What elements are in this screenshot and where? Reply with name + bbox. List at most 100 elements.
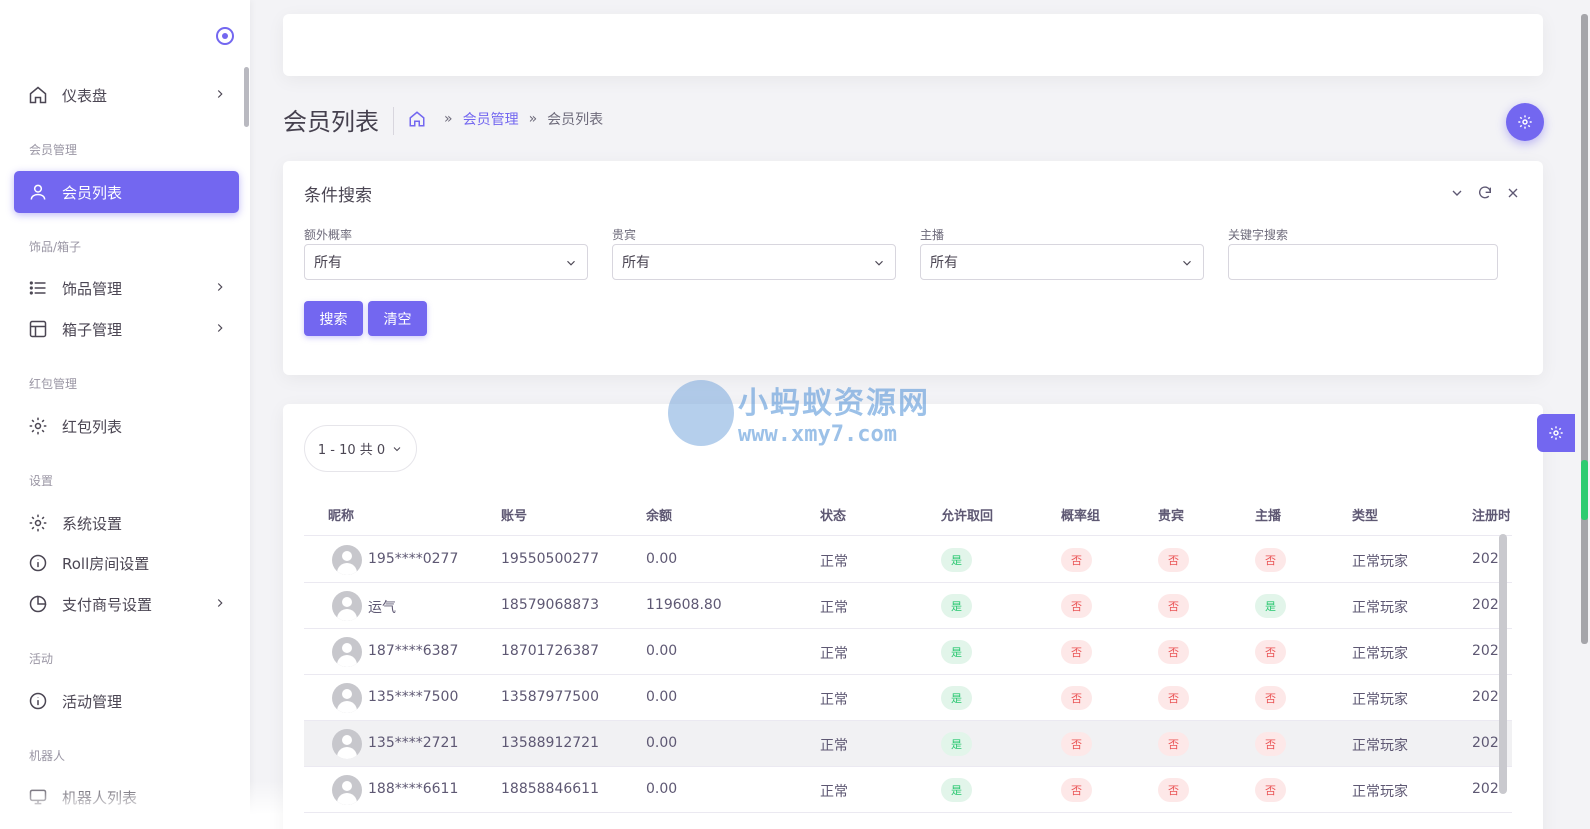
clear-button[interactable]: 清空 [368,301,427,336]
sidebar-item-activity-mgmt[interactable]: 活动管理 [14,680,239,722]
anchor-badge[interactable]: 否 [1255,640,1286,664]
search-button[interactable]: 搜索 [304,301,363,336]
allow-retrieve-badge[interactable]: 是 [941,640,972,664]
table-row[interactable]: 195****0277 19550500277 0.00 正常 是 否 否 否 … [304,537,1512,583]
top-navbar [283,14,1543,76]
vip-badge[interactable]: 否 [1158,640,1189,664]
column-header[interactable]: 允许取回 [941,505,993,524]
cell-status: 正常 [820,646,848,662]
gear-icon [28,513,48,533]
column-header[interactable]: 类型 [1352,505,1378,524]
anchor-badge[interactable]: 否 [1255,548,1286,572]
anchor-badge[interactable]: 否 [1255,778,1286,802]
cell-nickname: 195****0277 [368,551,459,567]
cell-account: 13587977500 [501,689,599,705]
table-row[interactable]: 运气 18579068873 119608.80 正常 是 否 否 是 正常玩家… [304,583,1512,629]
table-row[interactable]: 188****6611 18858846611 0.00 正常 是 否 否 否 … [304,767,1512,813]
sidebar-item-system-settings[interactable]: 系统设置 [14,502,239,544]
anchor-badge[interactable]: 是 [1255,594,1286,618]
sidebar-item-label: 活动管理 [62,692,123,711]
page-scrollbar-thumb[interactable] [1581,14,1588,644]
cell-balance: 0.00 [646,551,678,567]
table-row[interactable]: 187****6387 18701726387 0.00 正常 是 否 否 否 … [304,629,1512,675]
sidebar-item-label: 仪表盘 [62,86,108,105]
page-scrollbar[interactable] [1579,0,1590,829]
sidebar-section-robot: 机器人 [29,749,66,763]
column-header[interactable]: 概率组 [1061,505,1100,524]
column-header[interactable]: 昵称 [328,505,354,524]
avatar [332,545,362,575]
vip-select[interactable]: 所有 [612,244,896,280]
keyword-search-input[interactable] [1228,244,1498,280]
column-header[interactable]: 账号 [501,505,527,524]
sidebar-scrollbar[interactable] [244,67,249,127]
table-header: 昵称 账号 余额 状态 允许取回 概率组 贵宾 主播 类型 注册时 [304,492,1512,536]
prob-group-badge[interactable]: 否 [1061,778,1092,802]
cell-registered: 202 [1472,551,1499,567]
allow-retrieve-badge[interactable]: 是 [941,594,972,618]
extra-prob-label: 额外概率 [304,228,353,242]
card-actions [1449,185,1521,201]
column-header[interactable]: 主播 [1255,505,1281,524]
sidebar-item-roll-settings[interactable]: Roll房间设置 [14,542,239,584]
list-icon [28,278,48,298]
vip-label: 贵宾 [612,228,637,242]
sidebar-item-member-list[interactable]: 会员列表 [14,171,239,213]
refresh-icon[interactable] [1477,185,1493,201]
sidebar-item-box-mgmt[interactable]: 箱子管理 [14,308,239,350]
vip-badge[interactable]: 否 [1158,732,1189,756]
page-size-dropdown[interactable]: 1 - 10 共 0 [304,425,417,472]
prob-group-badge[interactable]: 否 [1061,686,1092,710]
sidebar-item-label: 支付商号设置 [62,595,153,614]
allow-retrieve-badge[interactable]: 是 [941,548,972,572]
allow-retrieve-badge[interactable]: 是 [941,686,972,710]
vip-badge[interactable]: 否 [1158,778,1189,802]
prob-group-badge[interactable]: 否 [1061,548,1092,572]
chevron-right-icon [217,599,223,607]
breadcrumb-current: 会员列表 [547,112,604,128]
breadcrumb-parent-link[interactable]: 会员管理 [463,109,519,129]
sidebar-item-dashboard[interactable]: 仪表盘 [14,74,239,116]
allow-retrieve-badge[interactable]: 是 [941,778,972,802]
cell-account: 19550500277 [501,551,599,567]
sidebar: 仪表盘 会员管理 会员列表 饰品/箱子 饰品管理 箱子管理 红包管理 红包列表 … [0,0,290,829]
cell-balance: 0.00 [646,735,678,751]
allow-retrieve-badge[interactable]: 是 [941,732,972,756]
title-divider [393,107,394,135]
vip-badge[interactable]: 否 [1158,548,1189,572]
sidebar-item-redpacket-list[interactable]: 红包列表 [14,405,239,447]
table-row[interactable]: 135****7500 13587977500 0.00 正常 是 否 否 否 … [304,675,1512,721]
extra-prob-select[interactable]: 所有 [304,244,588,280]
anchor-badge[interactable]: 否 [1255,732,1286,756]
vip-badge[interactable]: 否 [1158,686,1189,710]
cell-status: 正常 [820,692,848,708]
cell-status: 正常 [820,600,848,616]
column-header[interactable]: 状态 [820,505,846,524]
column-header[interactable]: 贵宾 [1158,505,1184,524]
breadcrumb-separator: » [528,111,538,127]
info-icon [28,691,48,711]
vip-badge[interactable]: 否 [1158,594,1189,618]
chevron-down-icon[interactable] [1449,185,1465,201]
sidebar-item-robot-list[interactable]: 机器人列表 [14,776,239,818]
anchor-select[interactable]: 所有 [920,244,1204,280]
sidebar-item-payment-settings[interactable]: 支付商号设置 [14,583,239,625]
page-settings-button[interactable] [1506,103,1544,141]
close-icon[interactable] [1505,185,1521,201]
home-icon[interactable] [408,110,426,128]
sidebar-collapse-toggle[interactable] [216,27,234,45]
table-scrollbar[interactable] [1499,534,1507,794]
gear-icon [1518,115,1532,129]
theme-customizer-button[interactable] [1537,414,1575,452]
cell-registered: 202 [1472,735,1499,751]
prob-group-badge[interactable]: 否 [1061,732,1092,756]
vip-value: 所有 [622,255,650,271]
sidebar-item-ornament-mgmt[interactable]: 饰品管理 [14,267,239,309]
table-row[interactable]: 135****2721 13588912721 0.00 正常 是 否 否 否 … [304,721,1512,767]
anchor-badge[interactable]: 否 [1255,686,1286,710]
prob-group-badge[interactable]: 否 [1061,640,1092,664]
column-header[interactable]: 注册时 [1472,505,1510,524]
watermark-text: 小蚂蚁资源网 www.xmy7.com [738,378,930,447]
column-header[interactable]: 余额 [646,505,672,524]
prob-group-badge[interactable]: 否 [1061,594,1092,618]
